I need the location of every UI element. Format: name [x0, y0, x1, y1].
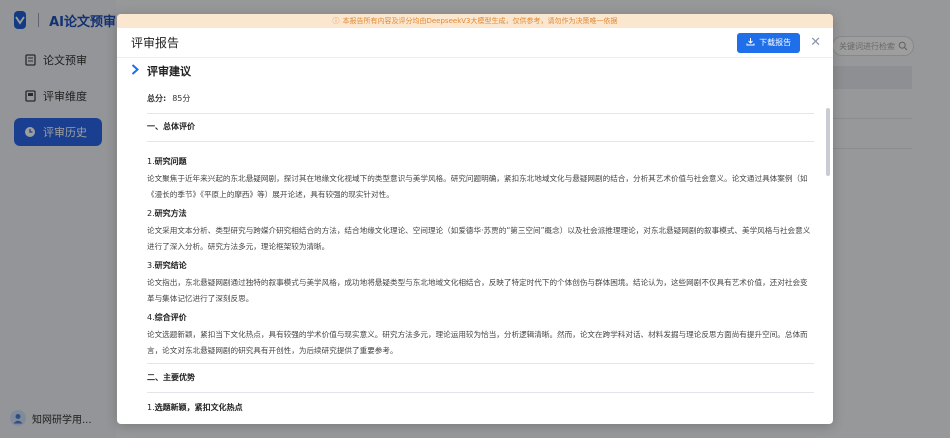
divider [147, 363, 814, 364]
item-heading: 1.选题新颖，紧扣文化热点 [147, 403, 243, 412]
chevron-right-icon [131, 64, 139, 78]
report-body[interactable]: 评审建议 总分: 85分 一、总体评价 1.研究问题 论文聚焦于近年来兴起的东北悬… [117, 58, 833, 424]
score-value: 85分 [172, 94, 191, 103]
item-heading: 3.研究结论 [147, 261, 187, 270]
divider [147, 113, 814, 114]
item-text: 论文聚焦于近年来兴起的东北悬疑网剧，探讨其在地缘文化视域下的类型意识与美学风格。… [147, 174, 808, 199]
scrollbar[interactable] [826, 108, 830, 176]
total-score: 总分: 85分 [147, 93, 797, 104]
item-heading: 2.研究方法 [147, 209, 187, 218]
download-icon [746, 37, 755, 49]
item-text: 论文指出，东北悬疑网剧通过独特的叙事模式与美学风格，成功地将悬疑类型与东北地域文… [147, 278, 808, 303]
download-report-button[interactable]: 下载报告 [737, 32, 801, 53]
item-heading: 4.综合评价 [147, 313, 187, 322]
main-advantages-heading: 二、主要优势 [147, 373, 195, 382]
item-text: 论文选题新颖，紧扣当下文化热点，具有较强的学术价值与现实意义。研究方法多元，理论… [147, 330, 808, 355]
report-content: 评审建议 总分: 85分 一、总体评价 1.研究问题 论文聚焦于近年来兴起的东北悬… [117, 58, 817, 413]
info-icon: ⓘ [332, 17, 340, 25]
divider [147, 141, 814, 142]
download-label: 下载报告 [759, 38, 792, 47]
item-heading: 1.研究问题 [147, 157, 187, 166]
close-icon[interactable]: ✕ [810, 36, 821, 49]
section-title: 评审建议 [147, 65, 191, 78]
modal-title: 评审报告 [131, 36, 180, 50]
modal-header: 评审报告 下载报告 ✕ [117, 28, 833, 58]
modal-actions: 下载报告 ✕ [737, 32, 821, 53]
divider [147, 392, 814, 393]
ai-disclaimer-banner: ⓘ 本报告所有内容及评分均由DeepseekV3大模型生成，仅供参考，请勿作为决… [117, 14, 833, 28]
section-heading: 评审建议 [131, 64, 797, 78]
item-text: 论文采用文本分析、类型研究与跨媒介研究相结合的方法，结合地缘文化理论、空间理论（… [147, 226, 811, 251]
review-report-modal: ⓘ 本报告所有内容及评分均由DeepseekV3大模型生成，仅供参考，请勿作为决… [117, 14, 833, 424]
overall-evaluation-heading: 一、总体评价 [147, 122, 195, 131]
disclaimer-text: 本报告所有内容及评分均由DeepseekV3大模型生成，仅供参考，请勿作为决策唯… [342, 17, 618, 25]
score-label: 总分: [147, 94, 167, 103]
